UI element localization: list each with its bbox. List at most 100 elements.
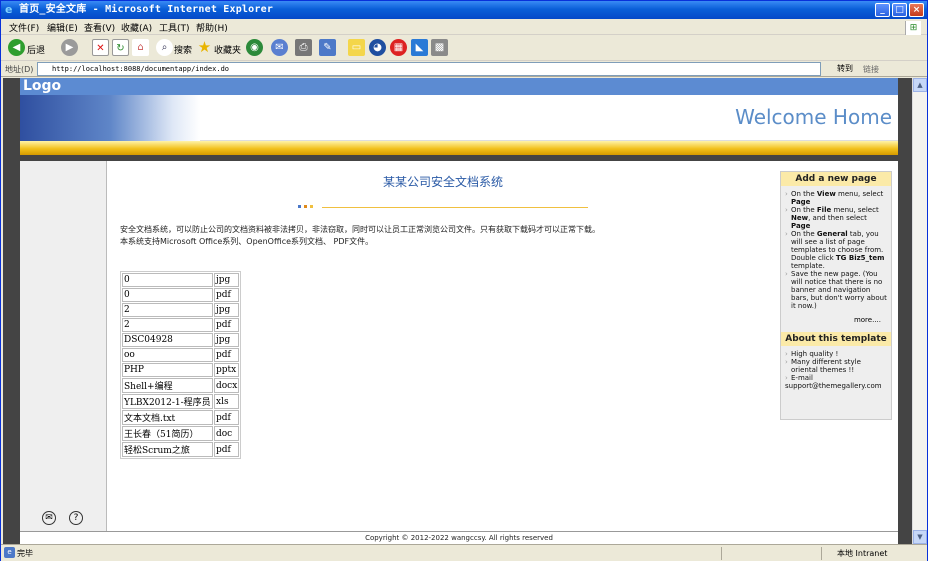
file-name[interactable]: 王长春（51简历） xyxy=(122,426,213,441)
window-title: 首页_安全文库 - Microsoft Internet Explorer xyxy=(19,4,274,15)
ie-window: e 首页_安全文库 - Microsoft Internet Explorer … xyxy=(0,0,928,561)
title-bar[interactable]: e 首页_安全文库 - Microsoft Internet Explorer … xyxy=(1,1,927,19)
menu-edit[interactable]: 编辑(E) xyxy=(47,21,78,34)
media-icon[interactable]: ◉ xyxy=(246,39,263,56)
file-ext: jpg xyxy=(214,303,240,317)
table-row[interactable]: DSC04928 jpg xyxy=(122,333,240,347)
plugin-icon[interactable]: ▦ xyxy=(390,39,407,56)
file-name[interactable]: YLBX2012-1-程序员 xyxy=(122,394,213,409)
intro-text: 安全文档系统，可以防止公司的文档资料被非法拷贝，非法窃取，同时可以让员工正常浏览… xyxy=(120,225,600,234)
file-ext: pdf xyxy=(214,410,240,425)
file-ext: pdf xyxy=(214,442,240,457)
menu-file[interactable]: 文件(F) xyxy=(9,21,39,34)
windows-flag-icon: ⊞ xyxy=(905,21,921,36)
close-button[interactable]: × xyxy=(909,3,924,17)
file-table: 0 jpg 0 pdf 2 jpg 2 pdf DSC04928 jpg oo pdf PH… xyxy=(120,271,242,459)
refresh-icon[interactable]: ↻ xyxy=(112,39,129,56)
list-item: Many different style oriental themes !! xyxy=(785,358,887,374)
file-ext: pdf xyxy=(214,348,240,362)
file-name[interactable]: 轻松Scrum之旅 xyxy=(122,442,213,457)
table-row[interactable]: 文本文档.txt pdf xyxy=(122,410,240,425)
gold-divider xyxy=(20,141,898,155)
table-row[interactable]: 王长春（51简历） doc xyxy=(122,426,240,441)
note-icon[interactable]: ▭ xyxy=(348,39,365,56)
print-icon[interactable]: ⎙ xyxy=(295,39,312,56)
about-template-heading: About this template xyxy=(781,332,891,346)
file-name[interactable]: oo xyxy=(122,348,213,362)
table-row[interactable]: oo pdf xyxy=(122,348,240,362)
content-area: ✉ ? 某某公司安全文档系统 安全文档系统，可以防止公司的文档资料被非法拷贝，非… xyxy=(20,161,898,544)
more-link[interactable]: more.... xyxy=(781,310,891,332)
menu-tools[interactable]: 工具(T) xyxy=(159,21,190,34)
table-row[interactable]: 2 jpg xyxy=(122,303,240,317)
scroll-up-icon[interactable]: ▲ xyxy=(913,78,927,92)
list-item: On the General tab, you will see a list … xyxy=(785,230,887,270)
file-ext: docx xyxy=(214,378,240,393)
back-button-label[interactable]: 后退 xyxy=(27,43,45,56)
list-item: High quality ! xyxy=(785,350,887,358)
web-page: Logo Welcome Home ✉ ? 某某公司安全文档系统 安全文档系统，… xyxy=(20,78,898,544)
vertical-scrollbar[interactable]: ▲ ▼ xyxy=(912,78,927,544)
status-bar: e 完毕 本地 Intranet xyxy=(1,544,927,561)
table-row[interactable]: 2 pdf xyxy=(122,318,240,332)
table-row[interactable]: 0 pdf xyxy=(122,288,240,302)
stop-icon[interactable]: ✕ xyxy=(92,39,109,56)
file-name[interactable]: Shell+编程 xyxy=(122,378,213,393)
table-row[interactable]: YLBX2012-1-程序员 xls xyxy=(122,394,240,409)
banner-image xyxy=(20,95,200,141)
site-logo[interactable]: Logo xyxy=(20,78,898,95)
address-input[interactable]: http://localhost:8088/documentapp/index.… xyxy=(37,62,821,76)
file-ext: xls xyxy=(214,394,240,409)
tool-icon[interactable]: ◣ xyxy=(411,39,428,56)
favorites-star-icon[interactable]: ★ xyxy=(196,39,213,56)
home-icon[interactable]: ⌂ xyxy=(132,39,149,56)
menu-favorites[interactable]: 收藏(A) xyxy=(121,21,152,34)
title-divider xyxy=(298,205,588,208)
mail-icon[interactable]: ✉ xyxy=(42,511,56,525)
menu-view[interactable]: 查看(V) xyxy=(84,21,115,34)
favorites-button-label[interactable]: 收藏夹 xyxy=(214,43,241,56)
add-page-steps: On the View menu, select Page On the Fil… xyxy=(781,186,891,310)
table-row[interactable]: 轻松Scrum之旅 pdf xyxy=(122,442,240,457)
file-ext: pptx xyxy=(214,363,240,377)
help-icon[interactable]: ? xyxy=(69,511,83,525)
search-icon[interactable]: ⌕ xyxy=(156,39,173,56)
site-banner: Welcome Home xyxy=(20,95,898,141)
maximize-button[interactable]: □ xyxy=(892,3,907,17)
edit-icon[interactable]: ✎ xyxy=(319,39,336,56)
ie-logo-icon: e xyxy=(5,3,13,16)
menu-help[interactable]: 帮助(H) xyxy=(196,21,228,34)
file-name[interactable]: 0 xyxy=(122,273,213,287)
table-row[interactable]: 0 jpg xyxy=(122,273,240,287)
go-button[interactable]: 转到 xyxy=(837,63,853,74)
back-arrow-icon[interactable]: ◀ xyxy=(8,39,25,56)
minimize-button[interactable]: _ xyxy=(875,3,890,17)
search-button-label[interactable]: 搜索 xyxy=(174,43,192,56)
main-column: 某某公司安全文档系统 安全文档系统，可以防止公司的文档资料被非法拷贝，非法窃取，… xyxy=(108,161,778,531)
file-ext: jpg xyxy=(214,333,240,347)
links-button[interactable]: 链接 xyxy=(863,64,879,75)
file-name[interactable]: 2 xyxy=(122,303,213,317)
welcome-text: Welcome Home xyxy=(735,105,892,129)
file-ext: pdf xyxy=(214,288,240,302)
table-row[interactable]: PHP pptx xyxy=(122,363,240,377)
messenger-icon[interactable]: ◕ xyxy=(369,39,386,56)
mail-icon[interactable]: ✉ xyxy=(271,39,288,56)
forward-arrow-icon[interactable]: ▶ xyxy=(61,39,78,56)
menu-bar: 文件(F) 编辑(E) 查看(V) 收藏(A) 工具(T) 帮助(H) ⊞ xyxy=(1,19,927,36)
support-email[interactable]: support@themegallery.com xyxy=(781,382,891,390)
right-sidebar: Add a new page On the View menu, select … xyxy=(780,171,892,420)
file-name[interactable]: PHP xyxy=(122,363,213,377)
file-name[interactable]: 文本文档.txt xyxy=(122,410,213,425)
file-name[interactable]: 2 xyxy=(122,318,213,332)
scroll-down-icon[interactable]: ▼ xyxy=(913,530,927,544)
page-icon: e xyxy=(4,547,15,558)
list-item: E-mail xyxy=(785,374,887,382)
research-icon[interactable]: ▩ xyxy=(431,39,448,56)
file-ext: pdf xyxy=(214,318,240,332)
file-name[interactable]: DSC04928 xyxy=(122,333,213,347)
list-item: Save the new page. (You will notice that… xyxy=(785,270,887,310)
address-label: 地址(D) xyxy=(5,65,34,74)
table-row[interactable]: Shell+编程 docx xyxy=(122,378,240,393)
file-name[interactable]: 0 xyxy=(122,288,213,302)
